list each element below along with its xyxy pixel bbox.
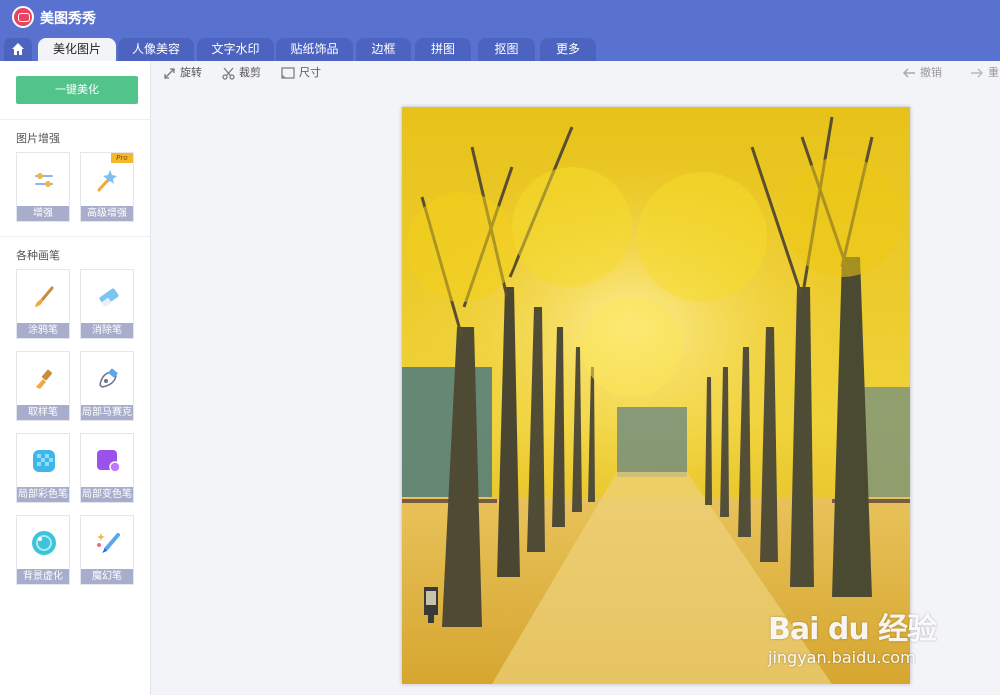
tool-advanced-enhance[interactable]: Pro 高级增强: [80, 152, 134, 222]
rotate-icon: [164, 67, 175, 79]
paint-brush-icon: [35, 286, 54, 307]
crop-label: 裁剪: [239, 66, 261, 79]
tool-background-blur[interactable]: 背景虚化: [16, 515, 70, 585]
tab-portrait[interactable]: 人像美容: [118, 38, 194, 61]
sidebar-divider: [0, 236, 151, 237]
mosaic-pen-icon: [99, 368, 118, 388]
tab-frames[interactable]: 边框: [356, 38, 411, 61]
enhance-section-title: 图片增强: [16, 132, 60, 145]
undo-label: 撤销: [920, 66, 942, 79]
tool-label: 局部马赛克: [81, 405, 133, 420]
color-pen-icon: [33, 450, 55, 472]
undo-button[interactable]: 撤销: [902, 66, 942, 80]
tool-enhance[interactable]: 增强: [16, 152, 70, 222]
tool-magic-pen[interactable]: 魔幻笔: [80, 515, 134, 585]
redo-arrow-icon: [971, 68, 984, 78]
app-logo-icon: [12, 6, 34, 28]
size-label: 尺寸: [299, 66, 321, 79]
tool-label: 增强: [17, 206, 69, 221]
tool-label: 取样笔: [17, 405, 69, 420]
tool-local-recolor-pen[interactable]: 局部变色笔: [80, 433, 134, 503]
app-title: 美图秀秀: [40, 11, 96, 27]
size-button[interactable]: 尺寸: [281, 66, 321, 80]
home-icon: [12, 43, 24, 55]
title-bar: 美图秀秀: [0, 0, 1000, 34]
tool-label: 局部彩色笔: [17, 487, 69, 502]
pro-badge: Pro: [111, 153, 133, 163]
tool-local-mosaic[interactable]: 局部马赛克: [80, 351, 134, 421]
tab-text-watermark[interactable]: 文字水印: [197, 38, 274, 61]
one-click-beautify-button[interactable]: 一键美化: [16, 76, 138, 104]
scissors-icon: [222, 67, 235, 80]
tab-cutout[interactable]: 抠图: [478, 38, 535, 61]
tool-label: 涂鸦笔: [17, 323, 69, 338]
tool-label: 消除笔: [81, 323, 133, 338]
magic-wand-icon: [97, 170, 117, 192]
undo-arrow-icon: [902, 68, 915, 78]
size-icon: [281, 67, 295, 79]
tool-local-color-pen[interactable]: 局部彩色笔: [16, 433, 70, 503]
clone-brush-icon: [36, 369, 53, 389]
redo-label: 重: [988, 66, 999, 79]
tab-more[interactable]: 更多: [540, 38, 596, 61]
tool-label: 魔幻笔: [81, 569, 133, 584]
tool-sample-pen[interactable]: 取样笔: [16, 351, 70, 421]
home-tab[interactable]: [4, 38, 32, 61]
tab-beautify[interactable]: 美化图片: [38, 38, 116, 61]
rotate-button[interactable]: 旋转: [163, 66, 202, 80]
crop-button[interactable]: 裁剪: [222, 66, 261, 80]
recolor-pen-icon: [97, 450, 121, 473]
magic-pen-icon: [97, 533, 120, 553]
tool-eraser-pen[interactable]: 消除笔: [80, 269, 134, 339]
sliders-icon: [35, 173, 53, 187]
tool-label: 背景虚化: [17, 569, 69, 584]
brushes-section-title: 各种画笔: [16, 249, 60, 262]
tool-doodle-pen[interactable]: 涂鸦笔: [16, 269, 70, 339]
tool-label: 高级增强: [81, 206, 133, 221]
rotate-label: 旋转: [180, 66, 202, 79]
main-tab-bar: 美化图片 人像美容 文字水印 贴纸饰品 边框 拼图 抠图 更多: [0, 34, 1000, 61]
baidu-watermark: Bai du 经验 jingyan.baidu.com: [768, 588, 948, 674]
tab-collage[interactable]: 拼图: [415, 38, 471, 61]
redo-button[interactable]: 重: [970, 66, 999, 80]
watermark-logo: Bai du 经验: [768, 612, 937, 647]
eraser-icon: [99, 288, 119, 307]
tab-stickers[interactable]: 贴纸饰品: [276, 38, 353, 61]
sidebar-divider: [0, 119, 151, 120]
tool-label: 局部变色笔: [81, 487, 133, 502]
left-sidebar: 一键美化 图片增强 增强 Pro 高级增强 各种画笔 涂鸦笔 消除笔 取样笔 局…: [0, 61, 151, 695]
watermark-url: jingyan.baidu.com: [768, 648, 916, 667]
blur-icon: [32, 531, 56, 555]
